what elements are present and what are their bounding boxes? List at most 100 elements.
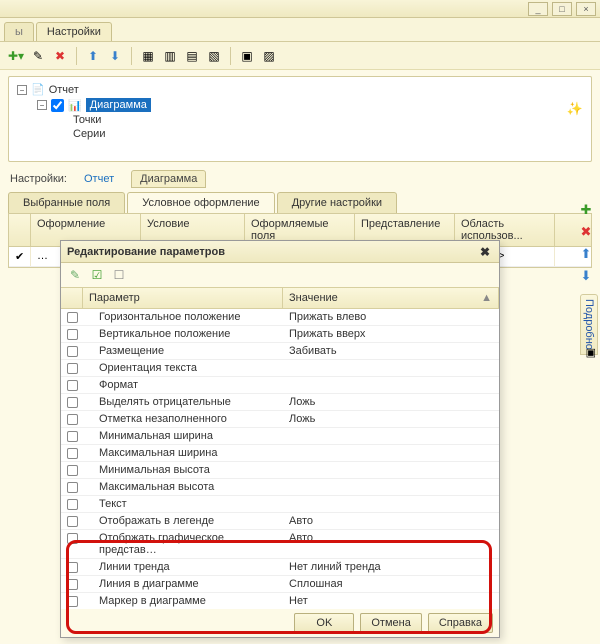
param-check[interactable] (61, 513, 83, 529)
param-row[interactable]: Максимальная ширина (61, 445, 499, 462)
top-tab-settings[interactable]: Настройки (36, 22, 112, 41)
param-value[interactable]: Прижать вверх (283, 326, 499, 342)
collapse-icon[interactable]: − (37, 100, 47, 110)
param-check[interactable] (61, 343, 83, 359)
side-up-icon[interactable]: ⬆ (578, 246, 594, 262)
tree-points[interactable]: Точки (17, 114, 583, 126)
param-check[interactable] (61, 309, 83, 325)
param-row[interactable]: Ориентация текста (61, 360, 499, 377)
side-extra-icon[interactable]: ▣ (586, 346, 596, 359)
window-close-button[interactable]: × (576, 2, 596, 16)
dialog-grid-body[interactable]: Горизонтальное положениеПрижать влевоВер… (61, 309, 499, 609)
param-check[interactable] (61, 530, 83, 558)
collapse-icon[interactable]: − (17, 85, 27, 95)
param-row[interactable]: Выделять отрицательныеЛожь (61, 394, 499, 411)
param-value[interactable]: Нет (283, 593, 499, 609)
param-value[interactable]: Забивать (283, 343, 499, 359)
param-row[interactable]: Вертикальное положениеПрижать вверх (61, 326, 499, 343)
param-check[interactable] (61, 559, 83, 575)
param-row[interactable]: Минимальная ширина (61, 428, 499, 445)
param-value[interactable] (283, 496, 499, 512)
crumb-report[interactable]: Отчет (75, 170, 123, 188)
param-value[interactable] (283, 377, 499, 393)
param-row[interactable]: РазмещениеЗабивать (61, 343, 499, 360)
param-value[interactable] (283, 428, 499, 444)
param-row[interactable]: Текст (61, 496, 499, 513)
param-check[interactable] (61, 360, 83, 376)
param-check[interactable] (61, 479, 83, 495)
tree-series[interactable]: Серии (17, 128, 583, 140)
top-tab-truncated[interactable]: ы (4, 22, 34, 41)
side-add-icon[interactable]: ✚ (578, 202, 594, 218)
side-down-icon[interactable]: ⬇ (578, 268, 594, 284)
param-value[interactable]: Прижать влево (283, 309, 499, 325)
ok-button[interactable]: OK (294, 613, 354, 633)
param-row[interactable]: Отобржать графическое представ…Авто (61, 530, 499, 559)
param-check[interactable] (61, 377, 83, 393)
tree-diagram[interactable]: − 📊 Диаграмма (17, 98, 583, 112)
crumb-diagram[interactable]: Диаграмма (131, 170, 206, 188)
param-row[interactable]: Отметка незаполненногоЛожь (61, 411, 499, 428)
tool-icon-4[interactable]: ▧ (206, 48, 222, 64)
tree-root[interactable]: − 📄 Отчет (17, 83, 583, 96)
tool-icon-3[interactable]: ▤ (184, 48, 200, 64)
param-check[interactable] (61, 411, 83, 427)
param-row[interactable]: Маркер в диаграммеНет (61, 593, 499, 609)
param-value[interactable]: Авто (283, 530, 499, 558)
tree-diagram-check[interactable] (51, 99, 64, 112)
tool-icon-1[interactable]: ▦ (140, 48, 156, 64)
param-value[interactable]: Ложь (283, 394, 499, 410)
side-delete-icon[interactable]: ✖ (578, 224, 594, 240)
help-button[interactable]: Справка (428, 613, 493, 633)
dlg-checkall-icon[interactable]: ☑ (89, 267, 105, 283)
delete-icon[interactable]: ✖ (52, 48, 68, 64)
dlg-edit-icon[interactable]: ✎ (67, 267, 83, 283)
param-check[interactable] (61, 394, 83, 410)
tab-selected-fields[interactable]: Выбранные поля (8, 192, 125, 213)
moveup-icon[interactable]: ⬆ (85, 48, 101, 64)
window-minimize-button[interactable]: _ (528, 2, 548, 16)
param-row[interactable]: Линия в диаграммеСплошная (61, 576, 499, 593)
add-icon[interactable]: ✚▾ (8, 48, 24, 64)
tab-other-settings[interactable]: Другие настройки (277, 192, 397, 213)
param-check[interactable] (61, 428, 83, 444)
edit-icon[interactable]: ✎ (30, 48, 46, 64)
dialog-close-icon[interactable]: ✖ (477, 244, 493, 260)
param-check[interactable] (61, 576, 83, 592)
tool-icon-2[interactable]: ▥ (162, 48, 178, 64)
param-value[interactable]: Ложь (283, 411, 499, 427)
param-check[interactable] (61, 445, 83, 461)
param-check[interactable] (61, 593, 83, 609)
param-row[interactable]: Минимальная высота (61, 462, 499, 479)
param-value[interactable] (283, 360, 499, 376)
tool-icon-5[interactable]: ▣ (239, 48, 255, 64)
param-value[interactable] (283, 479, 499, 495)
wand-icon[interactable]: ✨ (567, 101, 583, 117)
dlg-col-param[interactable]: Параметр (83, 288, 283, 308)
sort-icon[interactable]: ▲ (481, 292, 492, 304)
param-row[interactable]: Максимальная высота (61, 479, 499, 496)
param-row[interactable]: Горизонтальное положениеПрижать влево (61, 309, 499, 326)
param-name: Горизонтальное положение (83, 309, 283, 325)
param-value[interactable] (283, 462, 499, 478)
param-value[interactable]: Авто (283, 513, 499, 529)
movedown-icon[interactable]: ⬇ (107, 48, 123, 64)
param-value[interactable]: Сплошная (283, 576, 499, 592)
window-maximize-button[interactable]: □ (552, 2, 572, 16)
param-check[interactable] (61, 326, 83, 342)
param-check[interactable] (61, 462, 83, 478)
param-row[interactable]: Линии трендаНет линий тренда (61, 559, 499, 576)
param-value[interactable] (283, 445, 499, 461)
cancel-button[interactable]: Отмена (360, 613, 421, 633)
param-value[interactable]: Нет линий тренда (283, 559, 499, 575)
dlg-col-value[interactable]: Значение ▲ (283, 288, 499, 308)
row-check[interactable]: ✔ (9, 247, 31, 266)
param-row[interactable]: Отображать в легендеАвто (61, 513, 499, 530)
dlg-uncheckall-icon[interactable]: ☐ (111, 267, 127, 283)
param-name: Формат (83, 377, 283, 393)
tool-icon-6[interactable]: ▨ (261, 48, 277, 64)
param-row[interactable]: Формат (61, 377, 499, 394)
tab-conditional-appearance[interactable]: Условное оформление (127, 192, 274, 213)
dialog-titlebar[interactable]: Редактирование параметров ✖ (61, 241, 499, 263)
param-check[interactable] (61, 496, 83, 512)
